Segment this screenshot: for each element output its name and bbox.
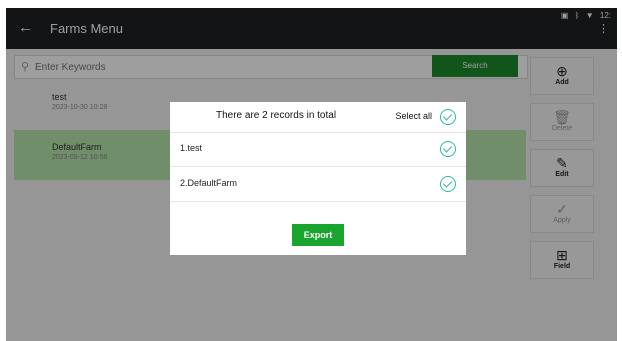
- record-label: 2.DefaultFarm: [180, 178, 238, 188]
- app-screen: ← Farms Menu ▣ ᛒ ▼ 12: ⋮ ⚲ Search test 2…: [6, 8, 617, 341]
- record-label: 1.test: [180, 143, 203, 153]
- export-button[interactable]: Export: [292, 224, 344, 246]
- dialog-title: There are 2 records in total: [216, 110, 337, 121]
- record-check-icon[interactable]: [440, 176, 456, 192]
- record-check-icon[interactable]: [440, 141, 456, 157]
- record-row[interactable]: 1.test: [170, 132, 466, 167]
- dialog-header: There are 2 records in total Select all: [170, 102, 466, 133]
- record-row[interactable]: 2.DefaultFarm: [170, 167, 466, 202]
- export-dialog: There are 2 records in total Select all …: [170, 102, 466, 255]
- select-all-label[interactable]: Select all: [395, 111, 432, 121]
- select-all-check-icon[interactable]: [440, 109, 456, 125]
